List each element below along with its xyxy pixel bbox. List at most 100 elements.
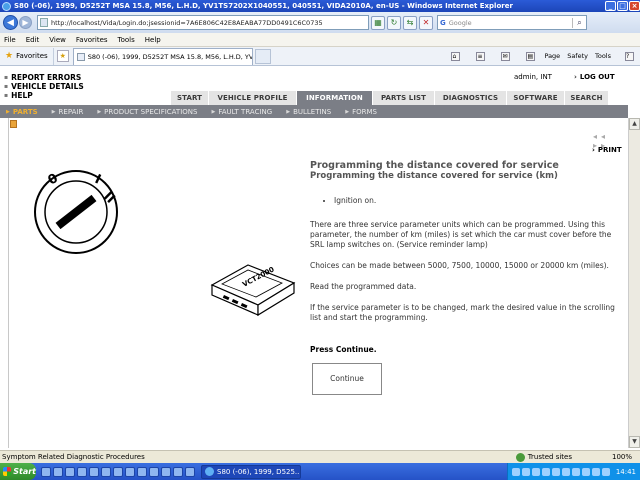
tray-icon[interactable] [551,467,560,476]
back-button[interactable]: ◀ [3,15,18,30]
address-field[interactable]: http://localhost/Vida/Login.do;jsessioni… [37,15,369,30]
subnav-parts[interactable]: ▶ PARTS [6,108,38,116]
tray-icon[interactable] [601,467,610,476]
report-errors-link[interactable]: ▪ REPORT ERRORS [4,73,84,82]
quick-launch-icon[interactable] [185,466,195,477]
instruction-list: Ignition on. [334,196,615,206]
favorites-bar: ★ Favorites ★ S80 (-06), 1999, D5252T MS… [0,47,640,66]
tray-icon[interactable] [541,467,550,476]
logout-link[interactable]: › LOG OUT [574,73,615,81]
quick-launch-icon[interactable] [89,466,99,477]
subnav-repair-label: REPAIR [58,107,84,116]
zoom-level[interactable]: 100% [612,453,632,461]
tray-icon[interactable] [511,467,520,476]
menu-edit[interactable]: Edit [26,36,40,44]
menu-help[interactable]: Help [145,36,161,44]
app-header: ▪ REPORT ERRORS ▪ VEHICLE DETAILS ▪ HELP ad… [0,67,628,105]
subnav-repair[interactable]: ▶ REPAIR [52,108,84,116]
print-toolbar-button[interactable]: ▤ [519,51,537,61]
continue-button[interactable]: Continue [312,363,382,395]
tray-icon[interactable] [571,467,580,476]
quick-launch-icon[interactable] [41,466,51,477]
browser-tab[interactable]: S80 (-06), 1999, D5252T MSA 15.8, M56, L… [72,47,253,65]
quick-launch-icon[interactable] [65,466,75,477]
tools-menu[interactable]: Tools [595,52,611,60]
tray-icon[interactable] [591,467,600,476]
window-title-bar: S80 (-06), 1999, D5252T MSA 15.8, M56, L… [0,0,640,12]
menu-favorites[interactable]: Favorites [76,36,108,44]
scroll-down-icon[interactable]: ▼ [629,436,640,448]
page-menu[interactable]: Page [544,52,560,60]
subnav-product-specifications[interactable]: ▶ PRODUCT SPECIFICATIONS [97,108,197,116]
print-link[interactable]: › PRINT [592,146,622,154]
vehicle-details-link[interactable]: ▪ VEHICLE DETAILS [4,82,84,91]
address-toolbar: ◀ ▶ http://localhost/Vida/Login.do;jsess… [0,12,640,33]
forward-button[interactable]: ▶ [19,16,32,29]
maximize-button[interactable]: □ [617,1,628,11]
quick-launch-icon[interactable] [161,466,171,477]
mail-icon: ✉ [501,51,511,61]
status-text: Symptom Related Diagnostic Procedures [2,453,145,461]
safety-menu[interactable]: Safety [567,52,588,60]
mail-button[interactable]: ✉ [494,51,512,61]
subnav-forms-label: FORMS [352,107,377,116]
help-toolbar-button[interactable]: ? [618,51,636,61]
quick-launch [41,466,197,477]
quick-launch-icon[interactable] [53,466,63,477]
refresh-icon[interactable]: ↻ [387,15,401,30]
sidebar-toggle-icon[interactable] [10,120,17,128]
quick-launch-icon[interactable] [125,466,135,477]
document-title: Programming the distance covered for ser… [310,160,559,171]
home-button[interactable]: ⌂ [444,51,462,61]
menu-view[interactable]: View [49,36,66,44]
chevron-right-icon: › [574,73,577,81]
tab-diagnostics[interactable]: DIAGNOSTICS [434,91,506,105]
scroll-up-icon[interactable]: ▲ [629,118,640,130]
tray-icon[interactable] [581,467,590,476]
quick-launch-icon[interactable] [149,466,159,477]
tab-vehicle-profile[interactable]: VEHICLE PROFILE [208,91,296,105]
taskbar-ie-window[interactable]: S80 (-06), 1999, D525... [201,464,301,479]
user-info: admin, INT [514,73,552,81]
tab-information[interactable]: INFORMATION [296,91,372,105]
security-zone[interactable]: Trusted sites [515,452,572,462]
tab-software[interactable]: SOFTWARE [506,91,564,105]
start-button[interactable]: Start [0,463,36,480]
content-left-border [8,118,9,448]
menu-tools[interactable]: Tools [118,36,135,44]
subnav-bulletins[interactable]: ▶ BULLETINS [286,108,331,116]
quick-launch-icon[interactable] [113,466,123,477]
vertical-scrollbar[interactable]: ▲ ▼ [628,118,640,448]
new-tab-button[interactable] [254,48,271,64]
favorites-star-icon: ★ [5,51,14,61]
help-link[interactable]: ▪ HELP [4,91,84,100]
tab-search[interactable]: SEARCH [564,91,608,105]
feeds-button[interactable]: ≡ [469,51,487,61]
ie-icon [205,467,214,476]
tab-parts-list[interactable]: PARTS LIST [372,91,434,105]
bullet-icon: ▪ [4,74,9,81]
close-button[interactable]: × [629,1,640,11]
tab-start[interactable]: START [170,91,208,105]
minimize-button[interactable]: _ [605,1,616,11]
tray-icon[interactable] [561,467,570,476]
menu-file[interactable]: File [4,36,16,44]
subnav-fault-tracing[interactable]: ▶ FAULT TRACING [211,108,272,116]
tray-icon[interactable] [531,467,540,476]
favorites-button[interactable]: ★ Favorites [0,47,54,65]
tray-icon[interactable] [521,467,530,476]
header-right-margin [628,67,640,118]
subnav-forms[interactable]: ▶ FORMS [345,108,377,116]
add-favorite-icon[interactable]: ★ [56,50,69,62]
quick-launch-icon[interactable] [137,466,147,477]
search-icon[interactable]: ⌕ [572,17,586,28]
compatibility-view-icon[interactable]: ▦ [371,15,385,30]
search-field[interactable]: G Google ⌕ [437,15,587,30]
chevron-right-icon: › [592,146,595,154]
refresh-arrows-icon[interactable]: ⇆ [403,15,417,30]
quick-launch-icon[interactable] [173,466,183,477]
quick-launch-icon[interactable] [101,466,111,477]
stop-icon[interactable]: ✕ [419,15,433,30]
paragraph-change: If the service parameter is to be change… [310,303,615,322]
quick-launch-icon[interactable] [77,466,87,477]
